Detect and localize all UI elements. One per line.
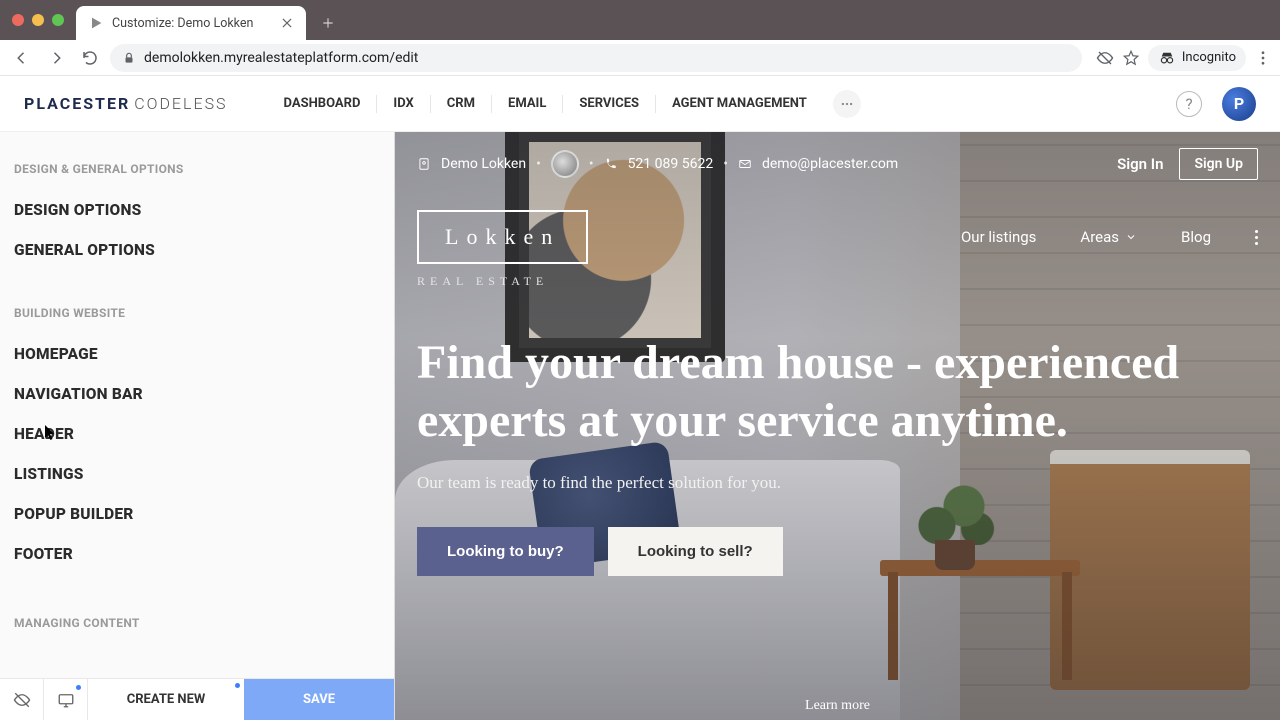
visibility-toggle[interactable] (0, 679, 44, 720)
sidebar-item-homepage[interactable]: HOMEPAGE (14, 334, 380, 374)
sidebar-item-footer[interactable]: FOOTER (14, 534, 380, 574)
save-label: SAVE (303, 692, 335, 707)
hero-copy: Find your dream house - experienced expe… (395, 278, 1280, 576)
learn-more-link[interactable]: Learn more (805, 698, 870, 714)
preview-nav-more[interactable] (1255, 230, 1258, 245)
star-icon[interactable] (1122, 49, 1140, 67)
brand-main: PLACESTER (24, 94, 130, 113)
preview-brand-row: Lokken REAL ESTATE Our listings Areas Bl… (395, 196, 1280, 278)
sidebar-item-listings[interactable]: LISTINGS (14, 454, 380, 494)
eye-off-icon[interactable] (1096, 49, 1114, 67)
question-icon: ? (1185, 95, 1192, 113)
address-bar: demolokken.myrealestateplatform.com/edit… (0, 40, 1280, 76)
plus-icon (321, 16, 335, 30)
preview-nav: Our listings Areas Blog (961, 228, 1258, 246)
sidebar: DESIGN & GENERAL OPTIONS DESIGN OPTIONS … (0, 132, 395, 720)
sign-up-button[interactable]: Sign Up (1179, 148, 1258, 180)
brand-sub: CODELESS (134, 94, 227, 113)
tab-favicon (88, 15, 104, 31)
brand-logo[interactable]: PLACESTER CODELESS (24, 94, 228, 113)
agent-phone[interactable]: 521 089 5622 (628, 156, 714, 172)
incognito-badge: Incognito (1148, 45, 1246, 71)
agent-email[interactable]: demo@placester.com (762, 156, 898, 172)
sidebar-item-navigation-bar[interactable]: NAVIGATION BAR (14, 374, 380, 414)
arrow-left-icon (13, 49, 31, 67)
window-minimize[interactable] (32, 14, 44, 26)
chevron-down-icon (1125, 231, 1137, 243)
workspace: DESIGN & GENERAL OPTIONS DESIGN OPTIONS … (0, 132, 1280, 720)
preview-nav-listings[interactable]: Our listings (961, 228, 1036, 246)
nav-agent-management[interactable]: AGENT MANAGEMENT (656, 96, 823, 111)
save-button[interactable]: SAVE (244, 679, 394, 720)
preview-nav-blog[interactable]: Blog (1181, 228, 1211, 246)
preview-nav-areas-label: Areas (1080, 228, 1119, 246)
nav-more-button[interactable] (833, 90, 861, 118)
nav-services[interactable]: SERVICES (563, 96, 655, 111)
browser-tab[interactable]: Customize: Demo Lokken (76, 6, 306, 40)
nav-email[interactable]: EMAIL (492, 96, 562, 111)
tab-title: Customize: Demo Lokken (112, 16, 272, 31)
app-nav: PLACESTER CODELESS DASHBOARD IDX CRM EMA… (0, 76, 1280, 132)
nav-idx[interactable]: IDX (377, 96, 429, 111)
hero-headline: Find your dream house - experienced expe… (417, 334, 1237, 449)
close-icon[interactable] (280, 16, 294, 30)
incognito-icon (1158, 49, 1176, 67)
arrow-right-icon (47, 49, 65, 67)
sidebar-section-managing: MANAGING CONTENT (14, 616, 380, 630)
cursor-icon (45, 425, 57, 441)
window-controls (0, 14, 76, 40)
cta-buy-button[interactable]: Looking to buy? (417, 527, 594, 576)
sidebar-item-general-options[interactable]: GENERAL OPTIONS (14, 230, 380, 270)
eye-off-icon (13, 691, 31, 709)
window-close[interactable] (12, 14, 24, 26)
agent-name: Demo Lokken (441, 156, 526, 172)
sign-in-link[interactable]: Sign In (1117, 155, 1163, 173)
nav-dashboard[interactable]: DASHBOARD (268, 96, 377, 111)
nav-crm[interactable]: CRM (431, 96, 491, 111)
sidebar-item-header[interactable]: HEADER (14, 414, 380, 454)
window-maximize[interactable] (52, 14, 64, 26)
reload-button[interactable] (76, 44, 104, 72)
sidebar-section-building: BUILDING WEBSITE (14, 306, 380, 320)
new-tab-button[interactable] (314, 9, 342, 37)
menu-dots-icon[interactable] (1254, 49, 1272, 67)
preview-nav-areas[interactable]: Areas (1080, 228, 1137, 246)
hero-subhead: Our team is ready to find the perfect so… (417, 473, 1258, 493)
reload-icon (81, 49, 99, 67)
sidebar-item-design-options[interactable]: DESIGN OPTIONS (14, 190, 380, 230)
nav-items: DASHBOARD IDX CRM EMAIL SERVICES AGENT M… (268, 90, 861, 118)
agent-avatar (551, 150, 579, 178)
url-text: demolokken.myrealestateplatform.com/edit (144, 50, 418, 66)
user-avatar[interactable]: P (1222, 87, 1256, 121)
browser-tab-strip: Customize: Demo Lokken (0, 0, 1280, 40)
desktop-icon (57, 691, 75, 709)
create-new-label: CREATE NEW (127, 692, 206, 707)
id-badge-icon (417, 157, 431, 171)
phone-icon (604, 157, 618, 171)
sidebar-footer: CREATE NEW SAVE (0, 678, 394, 720)
lock-icon (122, 51, 136, 65)
dots-horizontal-icon (840, 97, 854, 111)
url-field[interactable]: demolokken.myrealestateplatform.com/edit (110, 44, 1082, 72)
help-button[interactable]: ? (1176, 91, 1202, 117)
mail-icon (738, 157, 752, 171)
incognito-label: Incognito (1182, 50, 1236, 65)
site-preview: Demo Lokken • • 521 089 5622 • demo@plac… (395, 132, 1280, 720)
site-logo[interactable]: Lokken (417, 210, 588, 264)
sidebar-item-popup-builder[interactable]: POPUP BUILDER (14, 494, 380, 534)
notification-dot (235, 683, 240, 688)
notification-dot (76, 685, 81, 690)
sidebar-section-design: DESIGN & GENERAL OPTIONS (14, 162, 380, 176)
create-new-button[interactable]: CREATE NEW (88, 679, 244, 720)
cta-sell-button[interactable]: Looking to sell? (608, 527, 783, 576)
device-preview-toggle[interactable] (44, 679, 88, 720)
forward-button[interactable] (42, 44, 70, 72)
preview-topbar: Demo Lokken • • 521 089 5622 • demo@plac… (395, 132, 1280, 196)
back-button[interactable] (8, 44, 36, 72)
